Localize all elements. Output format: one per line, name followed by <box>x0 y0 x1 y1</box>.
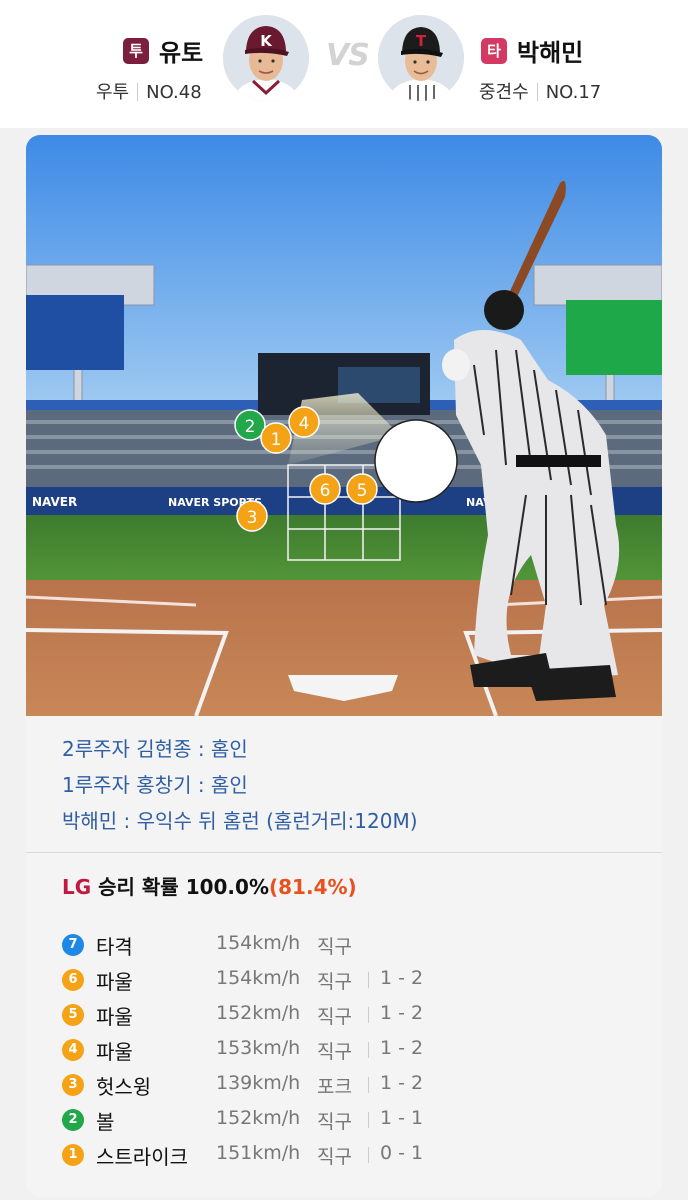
win-prob-delta: (81.4%) <box>269 875 357 899</box>
divider <box>368 1112 369 1128</box>
divider <box>137 83 139 101</box>
divider <box>368 1042 369 1058</box>
pitch-type: 직구 <box>317 1006 352 1028</box>
pitch-speed: 152km/h <box>216 1002 301 1024</box>
pitch-speed: 152km/h <box>216 1107 301 1129</box>
pitch-speed: 151km/h <box>216 1142 301 1164</box>
batter-number: NO.17 <box>545 82 602 103</box>
event-line: 박해민 : 우익수 뒤 홈런 (홈런거리:120M) <box>62 809 418 833</box>
pitch-number-badge: 3 <box>62 1074 84 1096</box>
pitch-marker[interactable]: 3 <box>236 500 268 532</box>
pitch-result: 스트라이크 <box>96 1145 188 1169</box>
pitch-marker[interactable]: 1 <box>260 422 292 454</box>
event-line: 2루주자 김현종 : 홈인 <box>62 737 248 761</box>
pitch-row[interactable]: 2 볼 152km/h 직구 1 - 1 <box>62 1105 622 1135</box>
pitcher-avatar[interactable]: K <box>223 15 309 101</box>
pitch-speed: 139km/h <box>216 1072 301 1094</box>
matchup-header: 투 유토 우투 NO.48 K VS T 타 박해민 중견수 NO.17 <box>0 0 688 128</box>
pitch-type: 포크 <box>317 1076 352 1098</box>
win-prob-team: LG <box>62 875 92 899</box>
pitch-row[interactable]: 3 헛스윙 139km/h 포크 1 - 2 <box>62 1070 622 1100</box>
vs-label: VS <box>326 38 370 73</box>
divider <box>368 1007 369 1023</box>
pitch-result: 파울 <box>96 1040 133 1064</box>
pitch-count: 1 - 1 <box>380 1107 424 1129</box>
ball-position <box>374 419 458 503</box>
pitch-marker[interactable]: 5 <box>346 473 378 505</box>
pitch-speed: 154km/h <box>216 932 301 954</box>
pitcher-number: NO.48 <box>146 82 202 103</box>
field-view: NAVER NAVER SPORTS NAVER SPORTS <box>26 135 662 717</box>
batter-badge: 타 <box>481 38 507 64</box>
pitch-row[interactable]: 1 스트라이크 151km/h 직구 0 - 1 <box>62 1140 622 1170</box>
pitch-count: 0 - 1 <box>380 1142 424 1164</box>
marker-label: 5 <box>357 481 368 501</box>
pitch-count: 1 - 2 <box>380 967 424 989</box>
batter-avatar[interactable]: T <box>378 15 464 101</box>
pitcher-position: 우투 <box>96 82 130 103</box>
win-prob-value: 100.0% <box>185 875 269 899</box>
pitch-result: 헛스윙 <box>96 1075 152 1099</box>
win-prob-label: 승리 확률 <box>98 875 179 899</box>
pitch-type: 직구 <box>317 971 352 993</box>
play-card: NAVER NAVER SPORTS NAVER SPORTS <box>26 135 662 1197</box>
pitch-count: 1 - 2 <box>380 1037 424 1059</box>
play-events: 2루주자 김현종 : 홈인 1루주자 홍창기 : 홈인 박해민 : 우익수 뒤 … <box>26 716 662 853</box>
pitch-number-badge: 6 <box>62 969 84 991</box>
pitch-row[interactable]: 4 파울 153km/h 직구 1 - 2 <box>62 1035 622 1065</box>
pitch-type: 직구 <box>317 1041 352 1063</box>
stadium-illustration: NAVER NAVER SPORTS NAVER SPORTS <box>26 135 662 717</box>
batter-name[interactable]: 박해민 <box>517 33 583 68</box>
pitch-type: 직구 <box>317 1146 352 1168</box>
pitch-result: 파울 <box>96 1005 133 1029</box>
marker-label: 1 <box>271 430 282 450</box>
pitch-result: 볼 <box>96 1110 115 1134</box>
pitch-row[interactable]: 6 파울 154km/h 직구 1 - 2 <box>62 965 622 995</box>
pitch-type: 직구 <box>317 1111 352 1133</box>
win-probability: LG 승리 확률 100.0%(81.4%) <box>62 871 357 900</box>
pitch-marker[interactable]: 4 <box>288 406 320 438</box>
marker-label: 4 <box>299 414 310 434</box>
divider <box>368 972 369 988</box>
pitch-number-badge: 7 <box>62 934 84 956</box>
pitch-marker[interactable]: 6 <box>309 473 341 505</box>
batter-info: 중견수 NO.17 <box>479 78 601 104</box>
pitch-count: 1 - 2 <box>380 1002 424 1024</box>
svg-text:T: T <box>416 32 427 50</box>
pitch-result: 파울 <box>96 970 133 994</box>
event-line: 1루주자 홍창기 : 홈인 <box>62 773 248 797</box>
pitch-speed: 153km/h <box>216 1037 301 1059</box>
divider <box>368 1147 369 1163</box>
divider <box>536 83 538 101</box>
pitch-count: 1 - 2 <box>380 1072 424 1094</box>
pitch-number-badge: 5 <box>62 1004 84 1026</box>
svg-text:K: K <box>260 32 273 50</box>
pitch-speed: 154km/h <box>216 967 301 989</box>
pitch-row[interactable]: 7 타격 154km/h 직구 <box>62 930 622 960</box>
pitch-number-badge: 1 <box>62 1144 84 1166</box>
marker-label: 2 <box>245 417 256 437</box>
pitch-number-badge: 4 <box>62 1039 84 1061</box>
pitch-row[interactable]: 5 파울 152km/h 직구 1 - 2 <box>62 1000 622 1030</box>
divider <box>368 1077 369 1093</box>
pitch-type: 직구 <box>317 936 352 958</box>
marker-label: 3 <box>247 508 258 528</box>
pitcher-name[interactable]: 유토 <box>159 33 203 68</box>
ad-naver-left: NAVER <box>32 495 77 509</box>
marker-label: 6 <box>320 481 331 501</box>
pitch-result: 타격 <box>96 935 133 959</box>
pitch-number-badge: 2 <box>62 1109 84 1131</box>
batter-position: 중견수 <box>479 82 529 103</box>
batter-photo: T <box>378 15 464 101</box>
pitcher-badge: 투 <box>123 38 149 64</box>
pitcher-photo: K <box>223 15 309 101</box>
pitcher-info: 우투 NO.48 <box>96 78 202 104</box>
